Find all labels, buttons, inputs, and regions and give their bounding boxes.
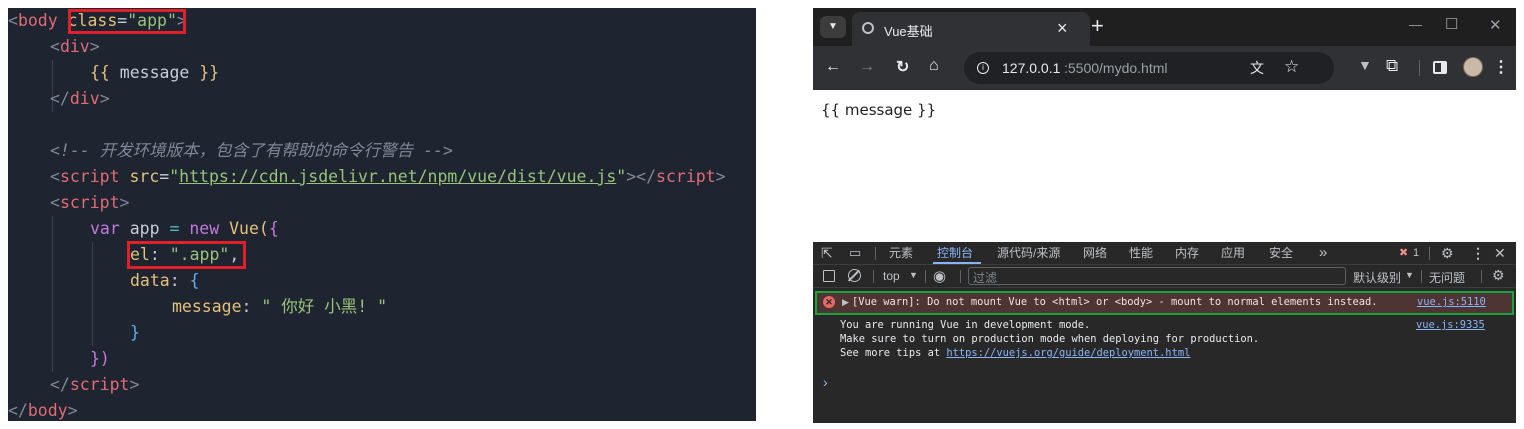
- tab-elements[interactable]: 元素: [889, 242, 913, 264]
- devtools-menu-icon[interactable]: ⋮: [1471, 242, 1485, 264]
- globe-icon: [862, 22, 874, 34]
- toolbar-divider: [1419, 60, 1420, 76]
- code-line-4: </div>: [50, 89, 110, 108]
- address-bar[interactable]: i 127.0.0.1:5500/mydo.html 文 ☆: [964, 52, 1334, 84]
- page-text: {{ message }}: [821, 101, 937, 119]
- code-line-13: }: [130, 323, 140, 342]
- close-window-button[interactable]: ✕: [1489, 16, 1502, 34]
- clear-console-icon[interactable]: [847, 269, 861, 282]
- console-prompt[interactable]: ›: [823, 374, 828, 390]
- code-line-2: <div>: [50, 37, 100, 56]
- log-level-select[interactable]: 默认级别: [1353, 269, 1401, 286]
- devtools-close-icon[interactable]: ✕: [1494, 242, 1506, 264]
- url-host: 127.0.0.1: [1002, 60, 1061, 76]
- back-arrow-icon[interactable]: ←: [825, 58, 841, 76]
- tab-security[interactable]: 安全: [1269, 242, 1293, 264]
- error-count-icon[interactable]: ✖: [1399, 242, 1408, 264]
- log-level-dropdown-icon[interactable]: ▼: [1405, 270, 1414, 280]
- highlight-class-app: [68, 9, 186, 34]
- code-line-7: <script src="https://cdn.jsdelivr.net/np…: [50, 167, 726, 186]
- filter-placeholder: 过滤: [973, 271, 998, 285]
- tab-search-button[interactable]: ▼: [820, 16, 846, 38]
- sidebar-toggle-icon[interactable]: [823, 270, 835, 282]
- context-dropdown-icon[interactable]: ▼: [909, 270, 918, 280]
- deployment-tips-link[interactable]: https://vuejs.org/guide/deployment.html: [946, 347, 1190, 359]
- code-editor[interactable]: <body class="app"> <div> {{ message }} <…: [8, 8, 756, 421]
- tab-strip: ▼ Vue基础 × + — ☐ ✕: [813, 8, 1516, 46]
- more-tabs-icon[interactable]: »: [1319, 242, 1327, 264]
- tab-memory[interactable]: 内存: [1175, 242, 1199, 264]
- page-viewport: {{ message }}: [813, 90, 1516, 242]
- tab-performance[interactable]: 性能: [1129, 242, 1153, 264]
- menu-kebab-icon[interactable]: ⋮: [1493, 57, 1509, 77]
- tab-network[interactable]: 网络: [1083, 242, 1107, 264]
- side-panel-icon[interactable]: [1433, 61, 1447, 74]
- code-line-8: <script>: [50, 193, 130, 212]
- devtools-tabbar: ⇱ ▭ 元素 控制台 源代码/来源 网络 性能 内存 应用 安全 » ✖ 1 ⚙…: [813, 242, 1516, 265]
- tab-divider: [873, 270, 874, 283]
- error-count: 1: [1413, 247, 1420, 259]
- code-line-16: </body>: [8, 401, 78, 420]
- code-line-3: {{ message }}: [90, 63, 220, 82]
- error-text: [Vue warn]: Do not mount Vue to <html> o…: [852, 296, 1378, 308]
- console-filter-bar: top ▼ ◉ 过滤 默认级别 ▼ 无问题 ⚙: [813, 265, 1516, 288]
- tab-console-underline: [933, 262, 981, 264]
- code-line-12: message: " 你好 小黑! ": [172, 297, 388, 316]
- settings-gear-icon[interactable]: ⚙: [1441, 242, 1454, 264]
- tab-console[interactable]: 控制台: [937, 242, 973, 264]
- filter-input[interactable]: 过滤: [968, 267, 1346, 285]
- error-source-link[interactable]: vue.js:5110: [1417, 296, 1486, 308]
- url-path: :5500/mydo.html: [1064, 60, 1168, 76]
- live-expression-eye-icon[interactable]: ◉: [933, 267, 946, 285]
- tab-sources[interactable]: 源代码/来源: [997, 242, 1060, 264]
- console-settings-gear-icon[interactable]: ⚙: [1492, 267, 1505, 284]
- context-select[interactable]: top: [883, 269, 900, 283]
- console-info-message: You are running Vue in development mode.…: [813, 319, 1516, 365]
- avatar[interactable]: [1463, 57, 1483, 77]
- info-source-link[interactable]: vue.js:9335: [1416, 319, 1485, 331]
- maximize-button[interactable]: ☐: [1445, 15, 1458, 33]
- info-line-1: You are running Vue in development mode.: [840, 319, 1091, 331]
- bookmark-star-icon[interactable]: ☆: [1284, 57, 1299, 77]
- code-line-14: }): [90, 349, 110, 368]
- indent-guide: [92, 242, 93, 346]
- new-tab-button[interactable]: +: [1091, 13, 1104, 39]
- site-info-icon[interactable]: i: [977, 62, 989, 74]
- translate-icon[interactable]: 文: [1250, 58, 1264, 78]
- tab-divider: [1481, 270, 1482, 283]
- code-line-9: var app = new Vue({: [90, 219, 279, 238]
- devtools-panel: ⇱ ▭ 元素 控制台 源代码/来源 网络 性能 内存 应用 安全 » ✖ 1 ⚙…: [813, 242, 1516, 423]
- error-x-icon: ✕: [823, 296, 835, 308]
- extensions-icon[interactable]: ⧉: [1386, 56, 1398, 76]
- info-line-2: Make sure to turn on production mode whe…: [840, 333, 1260, 345]
- tab-divider: [1421, 270, 1422, 283]
- script-src-link[interactable]: https://cdn.jsdelivr.net/npm/vue/dist/vu…: [179, 167, 616, 186]
- tab-title: Vue基础: [884, 24, 933, 39]
- tab-application[interactable]: 应用: [1221, 242, 1245, 264]
- expand-triangle-icon[interactable]: ▶: [842, 297, 849, 308]
- home-icon[interactable]: ⌂: [929, 57, 939, 75]
- reload-icon[interactable]: ↻: [896, 57, 909, 77]
- minimize-button[interactable]: —: [1409, 17, 1422, 32]
- browser-window: ▼ Vue基础 × + — ☐ ✕ ← → ↻ ⌂ i 127.0.0.1:55…: [813, 8, 1516, 423]
- tab-divider: [1429, 247, 1430, 260]
- vue-devtools-icon[interactable]: ▼: [1358, 57, 1372, 73]
- issues-counter[interactable]: 无问题: [1429, 269, 1465, 286]
- console-error-message[interactable]: ✕ ▶ [Vue warn]: Do not mount Vue to <htm…: [815, 291, 1514, 315]
- tab-close-icon[interactable]: ×: [1057, 18, 1068, 39]
- device-toolbar-icon[interactable]: ▭: [849, 242, 861, 264]
- code-line-11: data: {: [130, 271, 200, 290]
- tab-divider: [960, 270, 961, 283]
- tab-active[interactable]: Vue基础 ×: [852, 12, 1090, 46]
- tab-divider: [925, 270, 926, 283]
- tab-divider: [875, 247, 876, 260]
- code-line-6: <!-- 开发环境版本，包含了有帮助的命令行警告 -->: [50, 141, 453, 160]
- inspect-element-icon[interactable]: ⇱: [821, 242, 833, 264]
- info-line-3: See more tips at https://vuejs.org/guide…: [840, 347, 1191, 359]
- browser-toolbar: ← → ↻ ⌂ i 127.0.0.1:5500/mydo.html 文 ☆ ▼…: [813, 46, 1516, 90]
- indent-guide: [52, 216, 53, 372]
- code-line-15: </script>: [50, 375, 140, 394]
- forward-arrow-icon[interactable]: →: [859, 58, 875, 76]
- highlight-el-app: [127, 241, 246, 269]
